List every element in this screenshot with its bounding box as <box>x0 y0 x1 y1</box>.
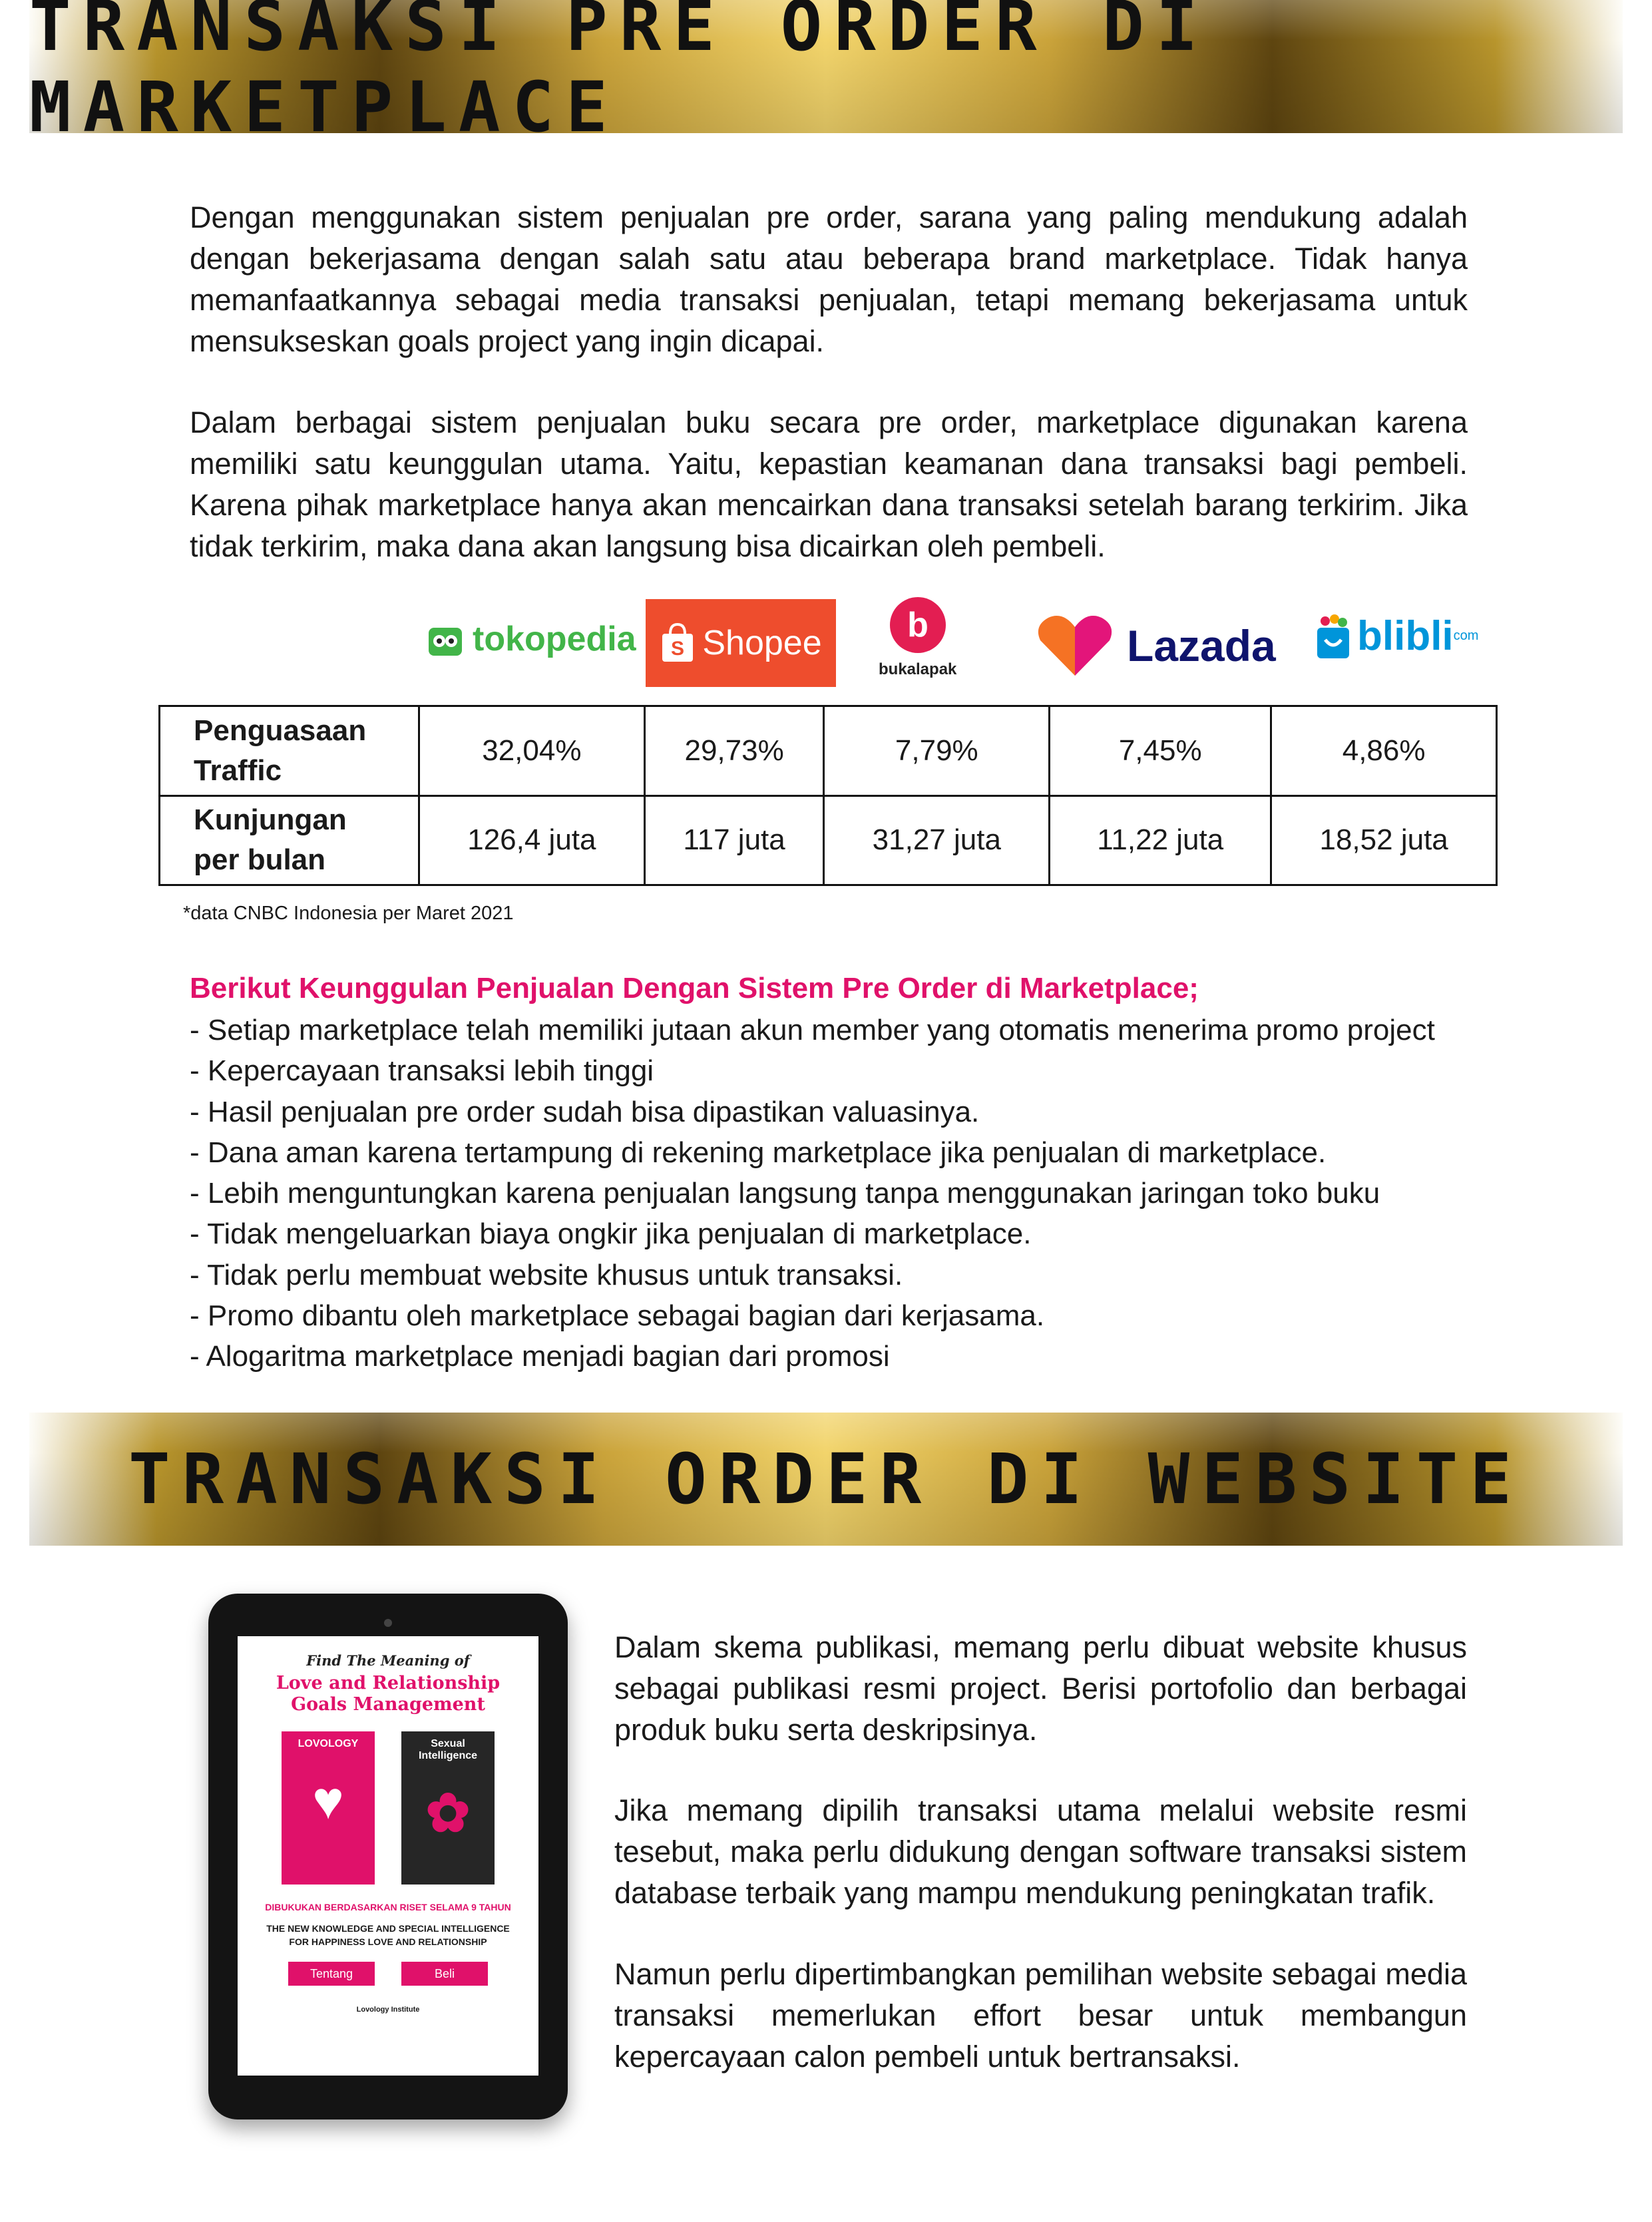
tablet-screen: Find The Meaning of Love and Relationshi… <box>238 1636 538 2076</box>
blibli-wordmark: blibli <box>1357 613 1454 659</box>
row-label-line: Traffic <box>194 754 282 787</box>
book-title: Intelligence <box>418 1750 478 1761</box>
table-cell: 7,79% <box>823 705 1051 797</box>
blibli-bag-icon <box>1317 614 1349 658</box>
advantages-heading: Berikut Keunggulan Penjualan Dengan Sist… <box>190 972 1199 1004</box>
tokopedia-owl-icon <box>429 628 462 656</box>
shopee-wordmark: Shopee <box>702 624 822 662</box>
screen-title-line: Goals Management <box>291 1694 485 1715</box>
screen-riset-text: DIBUKUKAN BERDASARKAN RISET SELAMA 9 TAH… <box>265 1902 511 1912</box>
table-cell: 32,04% <box>418 705 646 797</box>
list-item: - Lebih menguntungkan karena penjualan l… <box>190 1177 1380 1210</box>
screen-institute-text: Lovology Institute <box>356 2006 420 2014</box>
website-paragraph-2: Jika memang dipilih transaksi utama mela… <box>614 1793 1467 1910</box>
shopee-bag-icon: S <box>662 623 694 662</box>
row-label-line: Penguasaan <box>194 714 367 747</box>
brain-icon: ✿ <box>425 1783 471 1843</box>
tablet-mockup: Find The Meaning of Love and Relationshi… <box>208 1594 568 2119</box>
marketplace-banner: TRANSAKSI PRE ORDER DI MARKETPLACE <box>29 0 1623 148</box>
tokopedia-logo: tokopedia <box>426 619 636 659</box>
website-paragraph-3: Namun perlu dipertimbangkan pemilihan we… <box>614 1957 1467 2074</box>
table-cell: 29,73% <box>643 705 825 797</box>
svg-text:b: b <box>907 606 929 644</box>
knowledge-line: FOR HAPPINESS LOVE AND RELATIONSHIP <box>289 1936 487 1947</box>
screen-find-text: Find The Meaning of <box>306 1652 470 1669</box>
table-cell: 126,4 juta <box>418 794 646 886</box>
screen-title: Love and Relationship Goals Management <box>276 1673 500 1715</box>
advantages-list: - Setiap marketplace telah memiliki juta… <box>190 1010 1435 1377</box>
table-row: Penguasaan Traffic 32,04% 29,73% 7,79% 7… <box>158 705 1498 797</box>
row-header-visits: Kunjungan per bulan <box>158 794 420 886</box>
beli-button[interactable]: Beli <box>401 1962 488 1986</box>
list-item: - Hasil penjualan pre order sudah bisa d… <box>190 1095 980 1128</box>
list-item: - Setiap marketplace telah memiliki juta… <box>190 1014 1435 1046</box>
list-item: - Promo dibantu oleh marketplace sebagai… <box>190 1299 1045 1333</box>
row-label-line: per bulan <box>194 843 326 877</box>
intro-paragraph-2: Dalam berbagai sistem penjualan buku sec… <box>190 405 1468 563</box>
knowledge-line: THE NEW KNOWLEDGE AND SPECIAL INTELLIGEN… <box>266 1923 510 1934</box>
table-cell: 7,45% <box>1048 705 1273 797</box>
table-cell: 4,86% <box>1270 705 1498 797</box>
bukalapak-logo: b bukalapak <box>879 595 956 679</box>
table-cell: 117 juta <box>643 794 825 886</box>
table-cell: 31,27 juta <box>823 794 1051 886</box>
screen-knowledge-text: THE NEW KNOWLEDGE AND SPECIAL INTELLIGEN… <box>266 1922 510 1948</box>
row-header-traffic: Penguasaan Traffic <box>158 705 420 797</box>
lazada-wordmark: Lazada <box>1127 621 1276 670</box>
blibli-com-label: com <box>1453 628 1479 643</box>
screen-buttons: Tentang Beli <box>288 1962 488 1986</box>
marketplace-stats-table: Penguasaan Traffic 32,04% 29,73% 7,79% 7… <box>158 705 1498 886</box>
book-title: LOVOLOGY <box>298 1738 359 1749</box>
bukalapak-wordmark: bukalapak <box>879 660 957 678</box>
intro-paragraph-1: Dengan menggunakan sistem penjualan pre … <box>190 200 1468 358</box>
source-note: *data CNBC Indonesia per Maret 2021 <box>183 903 514 924</box>
list-item: - Tidak perlu membuat website khusus unt… <box>190 1258 903 1291</box>
lazada-logo: Lazada <box>1035 612 1276 679</box>
book-cover-sexual-intelligence: Sexual Intelligence ✿ <box>401 1731 495 1885</box>
table-row: Kunjungan per bulan 126,4 juta 117 juta … <box>158 794 1498 886</box>
book-title: Sexual <box>431 1738 465 1749</box>
table-cell: 18,52 juta <box>1270 794 1498 886</box>
tentang-button[interactable]: Tentang <box>288 1962 375 1986</box>
lazada-heart-icon <box>1038 616 1112 676</box>
website-banner: TRANSAKSI ORDER DI WEBSITE <box>29 1413 1623 1546</box>
book-cover-lovology: LOVOLOGY ♥ <box>282 1731 375 1885</box>
svg-text:S: S <box>671 638 684 660</box>
camera-icon <box>384 1619 392 1627</box>
bukalapak-b-icon: b <box>889 597 946 653</box>
list-item: - Alogaritma marketplace menjadi bagian … <box>190 1340 890 1373</box>
website-heading: TRANSAKSI ORDER DI WEBSITE <box>128 1439 1524 1520</box>
blibli-logo: blibli com <box>1315 612 1478 660</box>
website-paragraph-1: Dalam skema publikasi, memang perlu dibu… <box>614 1630 1467 1747</box>
shopee-logo: S Shopee <box>646 599 836 687</box>
list-item: - Tidak mengeluarkan biaya ongkir jika p… <box>190 1218 1032 1251</box>
list-item: - Dana aman karena tertampung di rekenin… <box>190 1136 1327 1169</box>
screen-title-line: Love and Relationship <box>276 1673 501 1693</box>
marketplace-heading: TRANSAKSI PRE ORDER DI MARKETPLACE <box>29 0 1210 148</box>
row-label-line: Kunjungan <box>194 803 347 837</box>
tokopedia-wordmark: tokopedia <box>473 620 636 658</box>
table-cell: 11,22 juta <box>1048 794 1273 886</box>
list-item: - Kepercayaan transaksi lebih tinggi <box>190 1054 654 1088</box>
heart-icon: ♥ <box>312 1771 344 1830</box>
book-covers: LOVOLOGY ♥ Sexual Intelligence ✿ <box>282 1731 495 1885</box>
